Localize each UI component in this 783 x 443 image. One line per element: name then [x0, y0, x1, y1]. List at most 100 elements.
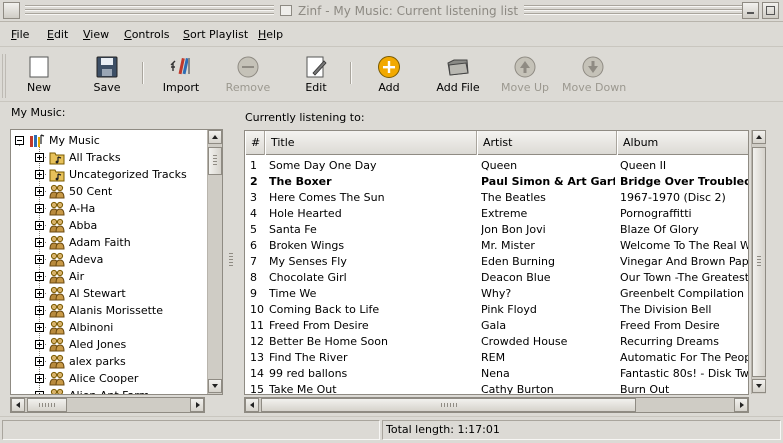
remove-button[interactable]: Remove — [223, 48, 273, 102]
tree-item[interactable]: Air — [11, 268, 206, 285]
library-vertical-scrollbar[interactable] — [207, 130, 222, 394]
edit-button[interactable]: Edit — [291, 48, 341, 102]
scroll-left-button[interactable] — [11, 398, 25, 412]
playlist-table[interactable]: # Title Artist Album 1 Some Day One Day Qu… — [244, 130, 749, 395]
table-row[interactable]: 14 99 red ballons Nena Fantastic 80s! - Dis… — [245, 365, 748, 381]
expand-toggle[interactable] — [35, 374, 44, 383]
table-row[interactable]: 3 Here Comes The Sun The Beatles 1967-1970 … — [245, 189, 748, 205]
scroll-down-button[interactable] — [208, 379, 222, 393]
menu-controls[interactable]: Controls — [124, 28, 170, 41]
tree-item[interactable]: Uncategorized Tracks — [11, 166, 206, 183]
table-row[interactable]: 12 Better Be Home Soon Crowded House Recurr… — [245, 333, 748, 349]
expand-toggle[interactable] — [35, 153, 44, 162]
tree-root-my-music[interactable]: My Music — [11, 132, 206, 149]
menu-edit[interactable]: Edit — [47, 28, 68, 41]
new-button[interactable]: New — [14, 48, 64, 102]
library-horizontal-scrollbar[interactable] — [10, 397, 205, 413]
scroll-up-button[interactable] — [752, 130, 766, 144]
table-row[interactable]: 7 My Senses Fly Eden Burning Vinegar And Br… — [245, 253, 748, 269]
collapse-toggle[interactable] — [15, 136, 24, 145]
scroll-right-button[interactable] — [734, 398, 748, 412]
playlist-horizontal-scrollbar[interactable] — [244, 397, 749, 413]
table-row[interactable]: 5 Santa Fe Jon Bon Jovi Blaze Of Glory — [245, 221, 748, 237]
cell-title: Take Me Out — [269, 383, 337, 395]
move-up-button[interactable]: Move Up — [498, 48, 552, 102]
tree-item[interactable]: All Tracks — [11, 149, 206, 166]
expand-toggle[interactable] — [35, 357, 44, 366]
add-file-button[interactable]: Add File — [432, 48, 484, 102]
table-row[interactable]: 13 Find The River REM Automatic For The Peo… — [245, 349, 748, 365]
expand-toggle[interactable] — [35, 289, 44, 298]
tree-item[interactable]: alex parks — [11, 353, 206, 370]
expand-toggle[interactable] — [35, 204, 44, 213]
expand-toggle[interactable] — [35, 170, 44, 179]
tree-item[interactable]: Al Stewart — [11, 285, 206, 302]
menu-file[interactable]: File — [11, 28, 29, 41]
cell-title: The Boxer — [269, 175, 332, 188]
expand-toggle[interactable] — [35, 187, 44, 196]
table-row[interactable]: 15 Take Me Out Cathy Burton Burn Out — [245, 381, 748, 395]
save-button[interactable]: Save — [82, 48, 132, 102]
tree-item[interactable]: Aled Jones — [11, 336, 206, 353]
expand-toggle[interactable] — [35, 323, 44, 332]
library-tree[interactable]: My Music All Tracks Uncategorized Tracks 5… — [10, 129, 223, 395]
cell-artist: Cathy Burton — [481, 383, 554, 395]
expand-toggle[interactable] — [35, 391, 44, 394]
window-menu-button[interactable] — [3, 2, 20, 19]
column-header-number[interactable]: # — [245, 131, 265, 155]
tree-item[interactable]: Abba — [11, 217, 206, 234]
cell-number: 5 — [250, 223, 257, 236]
table-row[interactable]: 10 Coming Back to Life Pink Floyd The Divis… — [245, 301, 748, 317]
tree-item-label: Alice Cooper — [69, 372, 139, 385]
expand-toggle[interactable] — [35, 238, 44, 247]
playlist-vertical-scrollbar[interactable] — [751, 130, 766, 394]
cell-artist: Extreme — [481, 207, 528, 220]
table-row[interactable]: 8 Chocolate Girl Deacon Blue Our Town -The … — [245, 269, 748, 285]
maximize-button[interactable] — [762, 2, 779, 19]
menu-sort-playlist[interactable]: Sort Playlist — [183, 28, 248, 41]
tree-item[interactable]: Adam Faith — [11, 234, 206, 251]
minimize-button[interactable] — [742, 2, 759, 19]
tree-item[interactable]: Alien Ant Farm — [11, 387, 206, 394]
scroll-thumb[interactable] — [752, 147, 766, 377]
cell-artist: Crowded House — [481, 335, 568, 348]
table-row[interactable]: 9 Time We Why? Greenbelt Compilation — [245, 285, 748, 301]
table-row[interactable]: 1 Some Day One Day Queen Queen II — [245, 157, 748, 173]
import-button[interactable]: Import — [156, 48, 206, 102]
scroll-left-button[interactable] — [245, 398, 259, 412]
tree-item[interactable]: A-Ha — [11, 200, 206, 217]
column-header-title[interactable]: Title — [265, 131, 477, 155]
cell-number: 14 — [250, 367, 264, 380]
expand-toggle[interactable] — [35, 221, 44, 230]
tree-item[interactable]: Adeva — [11, 251, 206, 268]
expand-toggle[interactable] — [35, 272, 44, 281]
table-row[interactable]: 11 Freed From Desire Gala Freed From Desire — [245, 317, 748, 333]
table-row[interactable]: 2 The Boxer Paul Simon & Art Garfunkel Brid… — [245, 173, 748, 189]
scroll-thumb[interactable] — [261, 398, 636, 412]
cell-artist: Deacon Blue — [481, 271, 551, 284]
add-button[interactable]: Add — [364, 48, 414, 102]
menu-view[interactable]: View — [83, 28, 109, 41]
table-row[interactable]: 4 Hole Hearted Extreme Pornograffitti — [245, 205, 748, 221]
move-down-button[interactable]: Move Down — [562, 48, 626, 102]
menu-help[interactable]: Help — [258, 28, 283, 41]
table-row[interactable]: 6 Broken Wings Mr. Mister Welcome To The Re… — [245, 237, 748, 253]
tree-item[interactable]: Albinoni — [11, 319, 206, 336]
tree-item[interactable]: 50 Cent — [11, 183, 206, 200]
artist-icon — [49, 218, 65, 233]
expand-toggle[interactable] — [35, 306, 44, 315]
scroll-up-button[interactable] — [208, 130, 222, 144]
scroll-thumb[interactable] — [27, 398, 67, 412]
column-header-album[interactable]: Album — [617, 131, 748, 155]
scroll-right-button[interactable] — [190, 398, 204, 412]
scroll-down-button[interactable] — [752, 379, 766, 393]
scroll-thumb[interactable] — [208, 147, 222, 175]
pane-splitter[interactable] — [229, 253, 233, 267]
toolbar-grip[interactable] — [2, 54, 8, 98]
column-header-artist[interactable]: Artist — [477, 131, 617, 155]
tree-item[interactable]: Alice Cooper — [11, 370, 206, 387]
expand-toggle[interactable] — [35, 255, 44, 264]
tree-item[interactable]: Alanis Morissette — [11, 302, 206, 319]
title-bar[interactable]: Zinf - My Music: Current listening list — [0, 0, 783, 22]
expand-toggle[interactable] — [35, 340, 44, 349]
